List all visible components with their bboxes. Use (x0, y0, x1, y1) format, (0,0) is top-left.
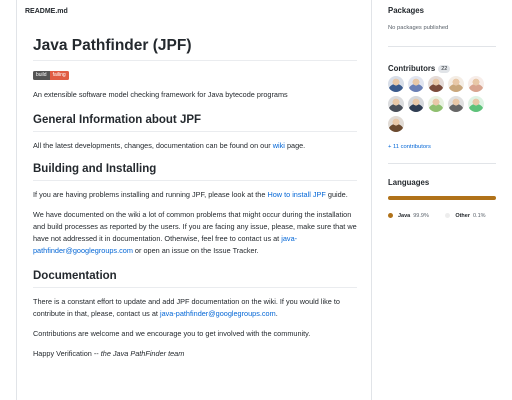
avatar[interactable] (468, 96, 484, 112)
badge-label: build (33, 71, 50, 80)
heading-general-information: General Information about JPF (33, 113, 357, 132)
general-paragraph: All the latest developments, changes, do… (33, 140, 357, 152)
documentation-text-end: . (275, 309, 278, 318)
avatar[interactable] (448, 96, 464, 112)
language-name: Other (455, 212, 470, 219)
contributors-header: Contributors 22 (388, 58, 451, 76)
language-dot-icon (445, 213, 451, 218)
team-signature: the Java PathFinder team (100, 349, 185, 358)
languages-legend: Java 99.9% Other 0.1% (388, 205, 486, 223)
email-link-documentation[interactable]: java-pathfinder@googlegroups.com (160, 309, 276, 318)
building-paragraph-2: We have documented on the wiki a lot of … (33, 209, 357, 257)
readme-title: Java Pathfinder (JPF) (33, 36, 357, 61)
language-bar-java (388, 196, 496, 200)
documentation-paragraph-2: Contributions are welcome and we encoura… (33, 329, 311, 338)
language-item-java[interactable]: Java 99.9% (388, 213, 429, 219)
general-text: All the latest developments, changes, do… (33, 141, 273, 150)
heading-building-installing: Building and Installing (33, 162, 357, 181)
packages-title[interactable]: Packages (388, 6, 424, 15)
avatar[interactable] (428, 96, 444, 112)
building-text: If you are having problems installing an… (33, 190, 268, 199)
languages-title: Languages (388, 178, 430, 187)
contributors-count: 22 (438, 65, 451, 73)
more-contributors-link[interactable]: + 11 contributors (388, 144, 431, 150)
language-percent: 99.9% (413, 212, 429, 219)
avatar[interactable] (468, 76, 484, 92)
sidebar-divider (388, 46, 496, 47)
general-text-end: page. (284, 141, 306, 150)
documentation-paragraph-1: There is a constant effort to update and… (33, 296, 357, 320)
contributors-title[interactable]: Contributors (388, 64, 435, 73)
packages-empty-text: No packages published (388, 25, 449, 31)
wiki-link[interactable]: wiki (273, 141, 285, 150)
avatar[interactable] (408, 76, 424, 92)
sidebar-divider (388, 163, 496, 164)
language-name: Java (398, 212, 411, 219)
documentation-paragraph-3: Happy Verification -- the Java PathFinde… (33, 348, 357, 360)
language-percent: 0.1% (472, 212, 486, 219)
how-to-install-link[interactable]: How to install JPF (267, 190, 325, 199)
readme-filename: README.md (25, 8, 68, 15)
avatar[interactable] (388, 76, 404, 92)
avatar[interactable] (448, 76, 464, 92)
intro-paragraph: An extensible software model checking fr… (33, 90, 288, 99)
language-item-other: Other 0.1% (445, 212, 486, 219)
readme-panel: README.md Java Pathfinder (JPF) build fa… (16, 0, 372, 400)
languages-bar (388, 196, 496, 200)
avatar[interactable] (388, 96, 404, 112)
language-dot-icon (388, 213, 393, 218)
happy-verification-text: Happy Verification -- (33, 349, 101, 358)
building-p2-text: We have documented on the wiki a lot of … (33, 210, 357, 243)
heading-documentation: Documentation (33, 269, 357, 288)
building-p2-text-end: or open an issue on the Issue Tracker. (132, 246, 259, 255)
avatar[interactable] (408, 96, 424, 112)
build-status-badge[interactable]: build failing (33, 71, 357, 80)
avatar[interactable] (428, 76, 444, 92)
avatar[interactable] (388, 116, 404, 132)
building-paragraph-1: If you are having problems installing an… (33, 189, 357, 201)
readme-body: Java Pathfinder (JPF) build failing An e… (33, 36, 357, 360)
badge-status: failing (49, 71, 69, 80)
building-text-end: guide. (325, 190, 348, 199)
